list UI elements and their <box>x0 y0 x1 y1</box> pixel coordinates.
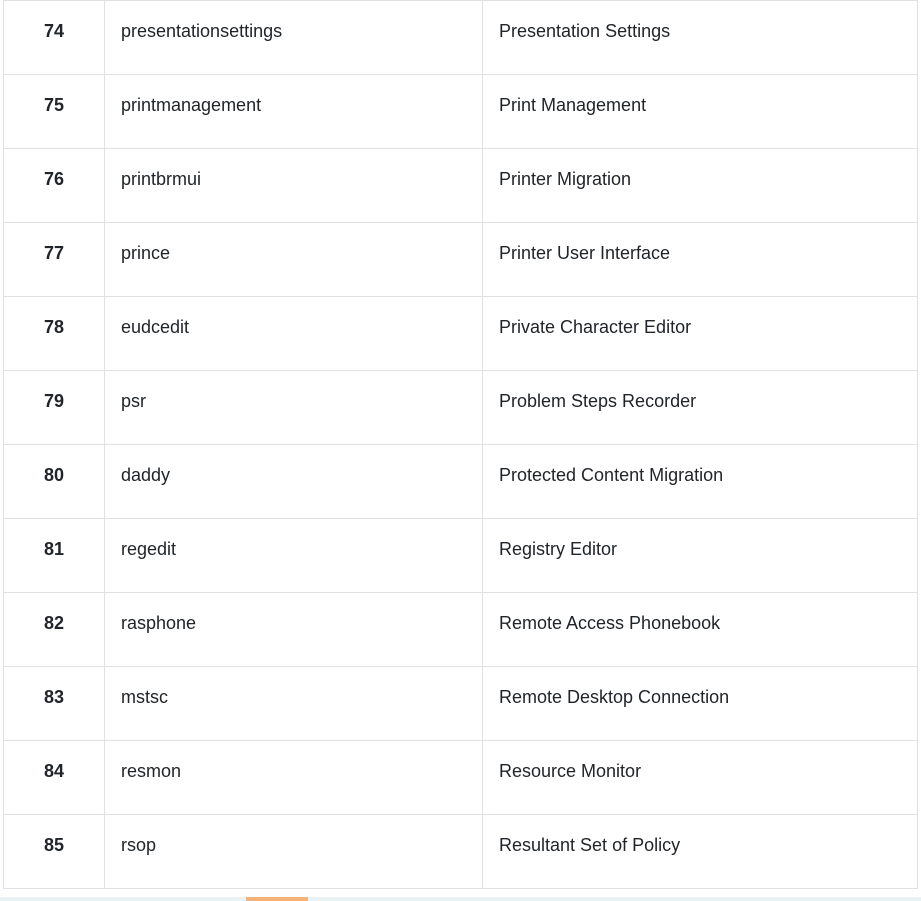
display-name-cell: Remote Desktop Connection <box>482 666 918 741</box>
command-cell: regedit <box>104 518 483 593</box>
display-name-cell: Remote Access Phonebook <box>482 592 918 667</box>
row-number: 84 <box>3 740 105 815</box>
display-name-cell: Printer Migration <box>482 148 918 223</box>
command-cell: psr <box>104 370 483 445</box>
command-cell: printbrmui <box>104 148 483 223</box>
command-cell: mstsc <box>104 666 483 741</box>
display-name-cell: Printer User Interface <box>482 222 918 297</box>
command-cell: rsop <box>104 814 483 889</box>
display-name-cell: Protected Content Migration <box>482 444 918 519</box>
command-cell: prince <box>104 222 483 297</box>
display-name-cell: Presentation Settings <box>482 0 918 75</box>
command-cell: resmon <box>104 740 483 815</box>
bottom-strip <box>0 897 921 901</box>
strip-accent <box>246 897 308 901</box>
command-cell: rasphone <box>104 592 483 667</box>
commands-table: 74 presentationsettings Presentation Setti… <box>3 0 918 889</box>
table-row: 79 psr Problem Steps Recorder <box>3 370 918 445</box>
display-name-cell: Resource Monitor <box>482 740 918 815</box>
table-row: 81 regedit Registry Editor <box>3 518 918 593</box>
row-number: 74 <box>3 0 105 75</box>
command-cell: eudcedit <box>104 296 483 371</box>
display-name-cell: Problem Steps Recorder <box>482 370 918 445</box>
row-number: 76 <box>3 148 105 223</box>
row-number: 85 <box>3 814 105 889</box>
display-name-cell: Print Management <box>482 74 918 149</box>
row-number: 81 <box>3 518 105 593</box>
row-number: 78 <box>3 296 105 371</box>
display-name-cell: Registry Editor <box>482 518 918 593</box>
table-row: 85 rsop Resultant Set of Policy <box>3 814 918 889</box>
display-name-cell: Private Character Editor <box>482 296 918 371</box>
table-row: 74 presentationsettings Presentation Setti… <box>3 0 918 75</box>
table-row: 77 prince Printer User Interface <box>3 222 918 297</box>
command-cell: presentationsettings <box>104 0 483 75</box>
table-row: 75 printmanagement Print Management <box>3 74 918 149</box>
row-number: 82 <box>3 592 105 667</box>
table-row: 83 mstsc Remote Desktop Connection <box>3 666 918 741</box>
table-row: 82 rasphone Remote Access Phonebook <box>3 592 918 667</box>
table-row: 76 printbrmui Printer Migration <box>3 148 918 223</box>
row-number: 77 <box>3 222 105 297</box>
table-row: 78 eudcedit Private Character Editor <box>3 296 918 371</box>
table-row: 80 daddy Protected Content Migration <box>3 444 918 519</box>
row-number: 79 <box>3 370 105 445</box>
display-name-cell: Resultant Set of Policy <box>482 814 918 889</box>
row-number: 80 <box>3 444 105 519</box>
row-number: 75 <box>3 74 105 149</box>
table-row: 84 resmon Resource Monitor <box>3 740 918 815</box>
command-cell: daddy <box>104 444 483 519</box>
row-number: 83 <box>3 666 105 741</box>
command-cell: printmanagement <box>104 74 483 149</box>
